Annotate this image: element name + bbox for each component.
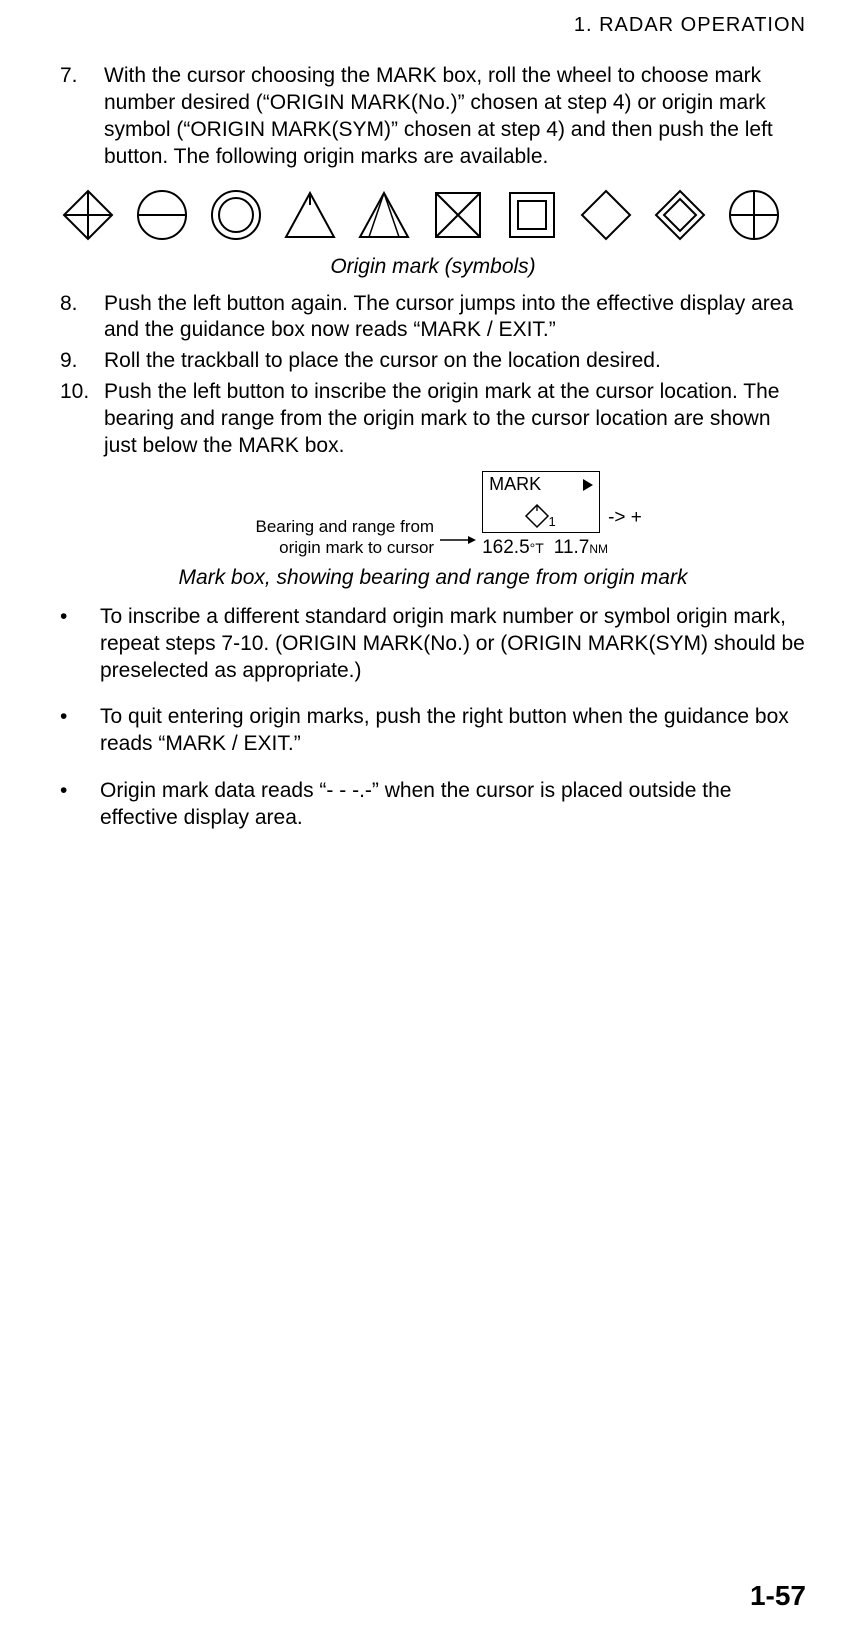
origin-mark-triangle-icon [282, 187, 338, 243]
step-text: Push the left button to inscribe the ori… [104, 379, 806, 460]
step-number: 9. [60, 348, 104, 375]
origin-mark-double-square-icon [504, 187, 560, 243]
note-text: To inscribe a different standard origin … [100, 604, 806, 685]
instruction-list: 7. With the cursor choosing the MARK box… [60, 63, 806, 171]
range-value: 11.7 [554, 537, 590, 558]
notes-list: • To inscribe a different standard origi… [60, 604, 806, 832]
dropdown-arrow-icon [583, 479, 593, 491]
note-3: • Origin mark data reads “- - -.-” when … [60, 778, 806, 832]
bullet-glyph: • [60, 604, 100, 685]
note-2: • To quit entering origin marks, push th… [60, 704, 806, 758]
step-text: Roll the trackball to place the cursor o… [104, 348, 806, 375]
step-text: With the cursor choosing the MARK box, r… [104, 63, 806, 171]
page-number: 1-57 [750, 1580, 806, 1612]
origin-mark-double-diamond-icon [652, 187, 708, 243]
bullet-glyph: • [60, 704, 100, 758]
bullet-glyph: • [60, 778, 100, 832]
page-header: 1. RADAR OPERATION [60, 14, 806, 37]
step-10: 10. Push the left button to inscribe the… [60, 379, 806, 460]
note-text: Origin mark data reads “- - -.-” when th… [100, 778, 806, 832]
mark-box: MARK 1 [482, 471, 600, 533]
mark-box-cursor-text: -> + [608, 507, 642, 533]
annotation-line1: Bearing and range from [255, 517, 434, 536]
annotation-arrow-icon [440, 470, 476, 560]
step-9: 9. Roll the trackball to place the curso… [60, 348, 806, 375]
origin-mark-diamond-icon [578, 187, 634, 243]
mark-box-figure: Bearing and range from origin mark to cu… [60, 470, 806, 560]
mark-box-title: MARK [489, 474, 541, 495]
bearing-unit: °T [530, 540, 544, 556]
bearing-range-readout: 162.5°T 11.7NM [482, 537, 642, 559]
origin-mark-square-x-icon [430, 187, 486, 243]
origin-mark-triangle-inner-icon [356, 187, 412, 243]
symbols-caption: Origin mark (symbols) [60, 255, 806, 279]
markbox-annotation: Bearing and range from origin mark to cu… [224, 472, 434, 559]
step-7: 7. With the cursor choosing the MARK box… [60, 63, 806, 171]
mark-box-block: MARK 1 -> + [482, 471, 642, 559]
bearing-value: 162.5 [482, 537, 530, 558]
instruction-list-cont: 8. Push the left button again. The curso… [60, 291, 806, 460]
origin-mark-double-circle-icon [208, 187, 264, 243]
mark-box-symbol-icon [524, 503, 550, 529]
origin-mark-diamond-vert-icon [60, 187, 116, 243]
step-number: 8. [60, 291, 104, 345]
origin-mark-circle-horiz-icon [134, 187, 190, 243]
markbox-caption: Mark box, showing bearing and range from… [60, 566, 806, 590]
origin-mark-circle-plus-icon [726, 187, 782, 243]
origin-mark-symbols [60, 175, 806, 249]
note-1: • To inscribe a different standard origi… [60, 604, 806, 685]
step-text: Push the left button again. The cursor j… [104, 291, 806, 345]
step-8: 8. Push the left button again. The curso… [60, 291, 806, 345]
step-number: 7. [60, 63, 104, 171]
note-text: To quit entering origin marks, push the … [100, 704, 806, 758]
range-unit: NM [589, 542, 608, 556]
mark-box-number: 1 [548, 514, 555, 529]
annotation-line2: origin mark to cursor [279, 538, 434, 557]
step-number: 10. [60, 379, 104, 460]
